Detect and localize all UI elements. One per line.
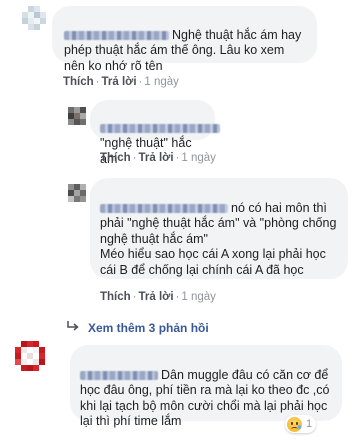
separator: ·	[138, 76, 143, 88]
view-more-replies-link[interactable]: Xem thêm 3 phản hồi	[66, 320, 209, 336]
timestamp[interactable]: 1 ngày	[181, 152, 216, 164]
separator: ·	[175, 291, 180, 303]
comment-actions: Thích · Trả lời · 1 ngày	[100, 290, 216, 304]
comment-bubble: Nghệ thuật hắc ám hay phép thuật hắc ám …	[52, 6, 317, 73]
reaction-summary[interactable]: 1	[285, 415, 317, 433]
separator: ·	[132, 152, 137, 164]
reply-bubble: nó có hai môn thì phải "nghệ thuật hắc á…	[90, 178, 348, 279]
timestamp[interactable]: 1 ngày	[144, 76, 179, 88]
timestamp[interactable]: 1 ngày	[181, 291, 216, 303]
reaction-count: 1	[306, 418, 313, 430]
comment-thread: Nghệ thuật hắc ám hay phép thuật hắc ám …	[0, 0, 362, 441]
like-button[interactable]: Thích	[63, 76, 94, 88]
avatar[interactable]	[68, 107, 86, 125]
like-button[interactable]: Thích	[100, 291, 131, 303]
reply-button[interactable]: Trả lời	[139, 152, 174, 164]
avatar[interactable]	[13, 341, 47, 371]
pixelated-avatar-icon	[68, 184, 86, 202]
like-button[interactable]: Thích	[100, 152, 131, 164]
author-name[interactable]	[64, 30, 169, 40]
reply-bubble: "nghệ thuật" hắc ám	[90, 100, 220, 166]
pixelated-avatar-icon	[13, 341, 47, 371]
pixelated-avatar-icon	[20, 4, 48, 32]
avatar[interactable]	[68, 184, 86, 202]
reply-button[interactable]: Trả lời	[102, 76, 137, 88]
author-name[interactable]	[80, 370, 158, 380]
comment-actions: Thích · Trả lời · 1 ngày	[63, 75, 179, 89]
author-name[interactable]	[100, 123, 220, 133]
separator: ·	[175, 152, 180, 164]
comment-bubble: Dân muggle đâu có căn cơ để học đâu ông,…	[70, 345, 342, 428]
view-more-replies-label: Xem thêm 3 phản hồi	[88, 321, 209, 335]
author-name[interactable]	[100, 203, 228, 213]
separator: ·	[95, 76, 100, 88]
reply-button[interactable]: Trả lời	[139, 291, 174, 303]
pixelated-avatar-icon	[68, 107, 86, 125]
reply-arrow-icon	[66, 320, 80, 336]
separator: ·	[132, 291, 137, 303]
avatar[interactable]	[20, 4, 48, 32]
sad-reaction-icon	[287, 416, 302, 432]
comment-actions: Thích · Trả lời · 1 ngày	[100, 151, 216, 165]
